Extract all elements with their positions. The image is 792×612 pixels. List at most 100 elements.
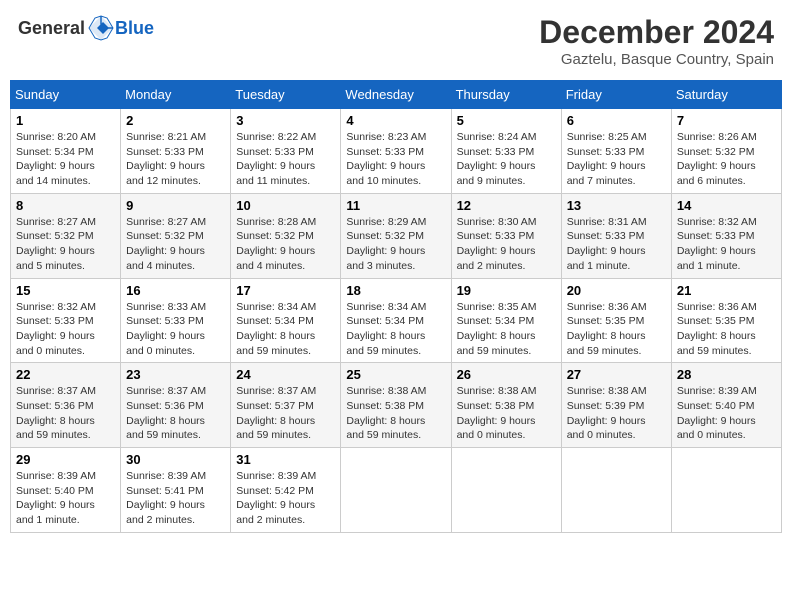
day-info: Sunrise: 8:36 AMSunset: 5:35 PMDaylight:… <box>677 300 776 359</box>
calendar-week-row: 22 Sunrise: 8:37 AMSunset: 5:36 PMDayligh… <box>11 363 782 448</box>
day-number: 7 <box>677 113 776 128</box>
day-cell-14: 14 Sunrise: 8:32 AMSunset: 5:33 PMDayligh… <box>671 193 781 278</box>
day-info: Sunrise: 8:24 AMSunset: 5:33 PMDaylight:… <box>457 130 556 189</box>
logo-blue-text: Blue <box>115 18 154 39</box>
day-number: 25 <box>346 367 445 382</box>
day-cell-13: 13 Sunrise: 8:31 AMSunset: 5:33 PMDayligh… <box>561 193 671 278</box>
day-info: Sunrise: 8:21 AMSunset: 5:33 PMDaylight:… <box>126 130 225 189</box>
month-title: December 2024 <box>539 14 774 51</box>
day-info: Sunrise: 8:26 AMSunset: 5:32 PMDaylight:… <box>677 130 776 189</box>
day-number: 5 <box>457 113 556 128</box>
day-number: 24 <box>236 367 335 382</box>
day-header-sunday: Sunday <box>11 81 121 109</box>
day-cell-24: 24Sunrise: 8:37 AMSunset: 5:37 PMDayligh… <box>231 363 341 448</box>
day-info: Sunrise: 8:39 AMSunset: 5:41 PMDaylight:… <box>126 469 225 528</box>
calendar-week-row: 29 Sunrise: 8:39 AMSunset: 5:40 PMDayligh… <box>11 448 782 533</box>
day-number: 8 <box>16 198 115 213</box>
day-number: 6 <box>567 113 666 128</box>
empty-cell <box>451 448 561 533</box>
day-header-tuesday: Tuesday <box>231 81 341 109</box>
day-cell-9: 9 Sunrise: 8:27 AMSunset: 5:32 PMDaylight… <box>121 193 231 278</box>
day-cell-18: 18Sunrise: 8:34 AMSunset: 5:34 PMDayligh… <box>341 278 451 363</box>
day-info: Sunrise: 8:37 AMSunset: 5:36 PMDaylight:… <box>126 384 225 443</box>
day-cell-22: 22 Sunrise: 8:37 AMSunset: 5:36 PMDayligh… <box>11 363 121 448</box>
calendar-table: SundayMondayTuesdayWednesdayThursdayFrid… <box>10 80 782 533</box>
day-cell-6: 6 Sunrise: 8:25 AMSunset: 5:33 PMDaylight… <box>561 109 671 194</box>
day-info: Sunrise: 8:33 AMSunset: 5:33 PMDaylight:… <box>126 300 225 359</box>
day-number: 29 <box>16 452 115 467</box>
day-info: Sunrise: 8:27 AMSunset: 5:32 PMDaylight:… <box>126 215 225 274</box>
day-number: 19 <box>457 283 556 298</box>
day-cell-4: 4Sunrise: 8:23 AMSunset: 5:33 PMDaylight… <box>341 109 451 194</box>
day-number: 12 <box>457 198 556 213</box>
day-cell-17: 17 Sunrise: 8:34 AMSunset: 5:34 PMDayligh… <box>231 278 341 363</box>
title-section: December 2024 Gaztelu, Basque Country, S… <box>539 14 774 68</box>
calendar-week-row: 15Sunrise: 8:32 AMSunset: 5:33 PMDayligh… <box>11 278 782 363</box>
day-number: 14 <box>677 198 776 213</box>
day-info: Sunrise: 8:39 AMSunset: 5:40 PMDaylight:… <box>677 384 776 443</box>
logo-general-text: General <box>18 18 85 39</box>
day-number: 9 <box>126 198 225 213</box>
day-cell-30: 30 Sunrise: 8:39 AMSunset: 5:41 PMDayligh… <box>121 448 231 533</box>
day-header-wednesday: Wednesday <box>341 81 451 109</box>
day-info: Sunrise: 8:34 AMSunset: 5:34 PMDaylight:… <box>236 300 335 359</box>
day-number: 28 <box>677 367 776 382</box>
day-cell-25: 25 Sunrise: 8:38 AMSunset: 5:38 PMDayligh… <box>341 363 451 448</box>
day-number: 30 <box>126 452 225 467</box>
day-cell-26: 26 Sunrise: 8:38 AMSunset: 5:38 PMDayligh… <box>451 363 561 448</box>
day-cell-2: 2 Sunrise: 8:21 AMSunset: 5:33 PMDaylight… <box>121 109 231 194</box>
day-info: Sunrise: 8:20 AMSunset: 5:34 PMDaylight:… <box>16 130 115 189</box>
day-info: Sunrise: 8:32 AMSunset: 5:33 PMDaylight:… <box>16 300 115 359</box>
day-cell-16: 16Sunrise: 8:33 AMSunset: 5:33 PMDayligh… <box>121 278 231 363</box>
day-cell-31: 31Sunrise: 8:39 AMSunset: 5:42 PMDayligh… <box>231 448 341 533</box>
day-cell-8: 8Sunrise: 8:27 AMSunset: 5:32 PMDaylight… <box>11 193 121 278</box>
day-cell-7: 7 Sunrise: 8:26 AMSunset: 5:32 PMDaylight… <box>671 109 781 194</box>
day-info: Sunrise: 8:29 AMSunset: 5:32 PMDaylight:… <box>346 215 445 274</box>
day-info: Sunrise: 8:28 AMSunset: 5:32 PMDaylight:… <box>236 215 335 274</box>
day-info: Sunrise: 8:38 AMSunset: 5:38 PMDaylight:… <box>346 384 445 443</box>
day-info: Sunrise: 8:25 AMSunset: 5:33 PMDaylight:… <box>567 130 666 189</box>
day-number: 10 <box>236 198 335 213</box>
day-number: 21 <box>677 283 776 298</box>
day-info: Sunrise: 8:32 AMSunset: 5:33 PMDaylight:… <box>677 215 776 274</box>
day-cell-19: 19Sunrise: 8:35 AMSunset: 5:34 PMDayligh… <box>451 278 561 363</box>
day-header-thursday: Thursday <box>451 81 561 109</box>
day-header-friday: Friday <box>561 81 671 109</box>
day-info: Sunrise: 8:38 AMSunset: 5:38 PMDaylight:… <box>457 384 556 443</box>
page-header: General Blue December 2024 Gaztelu, Basq… <box>10 10 782 72</box>
day-number: 1 <box>16 113 115 128</box>
day-number: 22 <box>16 367 115 382</box>
day-info: Sunrise: 8:30 AMSunset: 5:33 PMDaylight:… <box>457 215 556 274</box>
logo: General Blue <box>18 14 154 42</box>
day-cell-10: 10 Sunrise: 8:28 AMSunset: 5:32 PMDayligh… <box>231 193 341 278</box>
calendar-week-row: 1 Sunrise: 8:20 AMSunset: 5:34 PMDaylight… <box>11 109 782 194</box>
day-info: Sunrise: 8:31 AMSunset: 5:33 PMDaylight:… <box>567 215 666 274</box>
empty-cell <box>671 448 781 533</box>
day-number: 17 <box>236 283 335 298</box>
day-cell-23: 23 Sunrise: 8:37 AMSunset: 5:36 PMDayligh… <box>121 363 231 448</box>
day-cell-28: 28 Sunrise: 8:39 AMSunset: 5:40 PMDayligh… <box>671 363 781 448</box>
day-cell-3: 3 Sunrise: 8:22 AMSunset: 5:33 PMDaylight… <box>231 109 341 194</box>
day-cell-20: 20 Sunrise: 8:36 AMSunset: 5:35 PMDayligh… <box>561 278 671 363</box>
day-number: 13 <box>567 198 666 213</box>
empty-cell <box>561 448 671 533</box>
header-row: SundayMondayTuesdayWednesdayThursdayFrid… <box>11 81 782 109</box>
day-number: 4 <box>346 113 445 128</box>
calendar-week-row: 8 Sunrise: 8:27 AMSunset: 5:32 PMDaylight… <box>11 193 782 278</box>
day-info: Sunrise: 8:39 AMSunset: 5:40 PMDaylight:… <box>16 469 115 528</box>
day-number: 2 <box>126 113 225 128</box>
day-cell-21: 21 Sunrise: 8:36 AMSunset: 5:35 PMDayligh… <box>671 278 781 363</box>
day-number: 20 <box>567 283 666 298</box>
day-header-saturday: Saturday <box>671 81 781 109</box>
day-info: Sunrise: 8:22 AMSunset: 5:33 PMDaylight:… <box>236 130 335 189</box>
day-number: 3 <box>236 113 335 128</box>
location: Gaztelu, Basque Country, Spain <box>539 51 774 68</box>
day-cell-29: 29 Sunrise: 8:39 AMSunset: 5:40 PMDayligh… <box>11 448 121 533</box>
day-info: Sunrise: 8:37 AMSunset: 5:36 PMDaylight:… <box>16 384 115 443</box>
day-number: 26 <box>457 367 556 382</box>
day-cell-5: 5 Sunrise: 8:24 AMSunset: 5:33 PMDaylight… <box>451 109 561 194</box>
day-info: Sunrise: 8:36 AMSunset: 5:35 PMDaylight:… <box>567 300 666 359</box>
day-number: 23 <box>126 367 225 382</box>
day-number: 18 <box>346 283 445 298</box>
day-cell-12: 12 Sunrise: 8:30 AMSunset: 5:33 PMDayligh… <box>451 193 561 278</box>
